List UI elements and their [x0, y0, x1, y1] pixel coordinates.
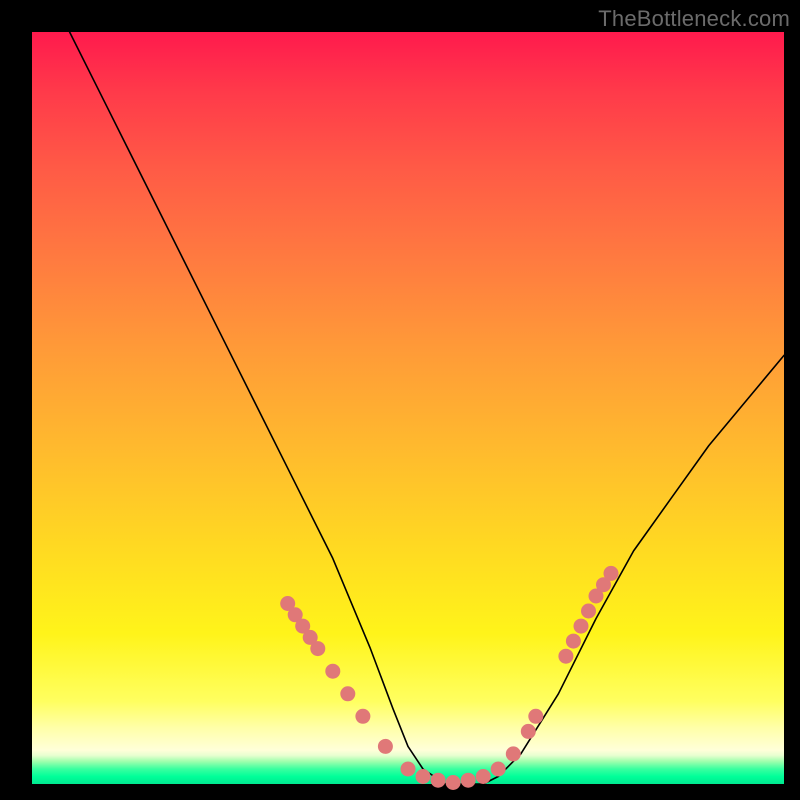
- marker-dot: [574, 619, 589, 634]
- marker-dot: [476, 769, 491, 784]
- marker-dot: [506, 746, 521, 761]
- marker-dot: [401, 762, 416, 777]
- chart-frame: TheBottleneck.com: [0, 0, 800, 800]
- marker-dot: [581, 604, 596, 619]
- curve-svg: [32, 32, 784, 784]
- marker-dot: [528, 709, 543, 724]
- marker-dot: [446, 775, 461, 790]
- marker-dot: [325, 664, 340, 679]
- marker-dot: [378, 739, 393, 754]
- marker-dot: [461, 773, 476, 788]
- marker-dot: [355, 709, 370, 724]
- marker-dot: [521, 724, 536, 739]
- marker-dot: [491, 762, 506, 777]
- marker-dot: [310, 641, 325, 656]
- marker-dot: [558, 649, 573, 664]
- marker-dot: [566, 634, 581, 649]
- plot-area: [32, 32, 784, 784]
- watermark-text: TheBottleneck.com: [598, 6, 790, 32]
- marker-dot: [416, 769, 431, 784]
- marker-dots-group: [280, 566, 618, 790]
- marker-dot: [431, 773, 446, 788]
- marker-dot: [340, 686, 355, 701]
- marker-dot: [604, 566, 619, 581]
- bottleneck-curve: [70, 32, 784, 784]
